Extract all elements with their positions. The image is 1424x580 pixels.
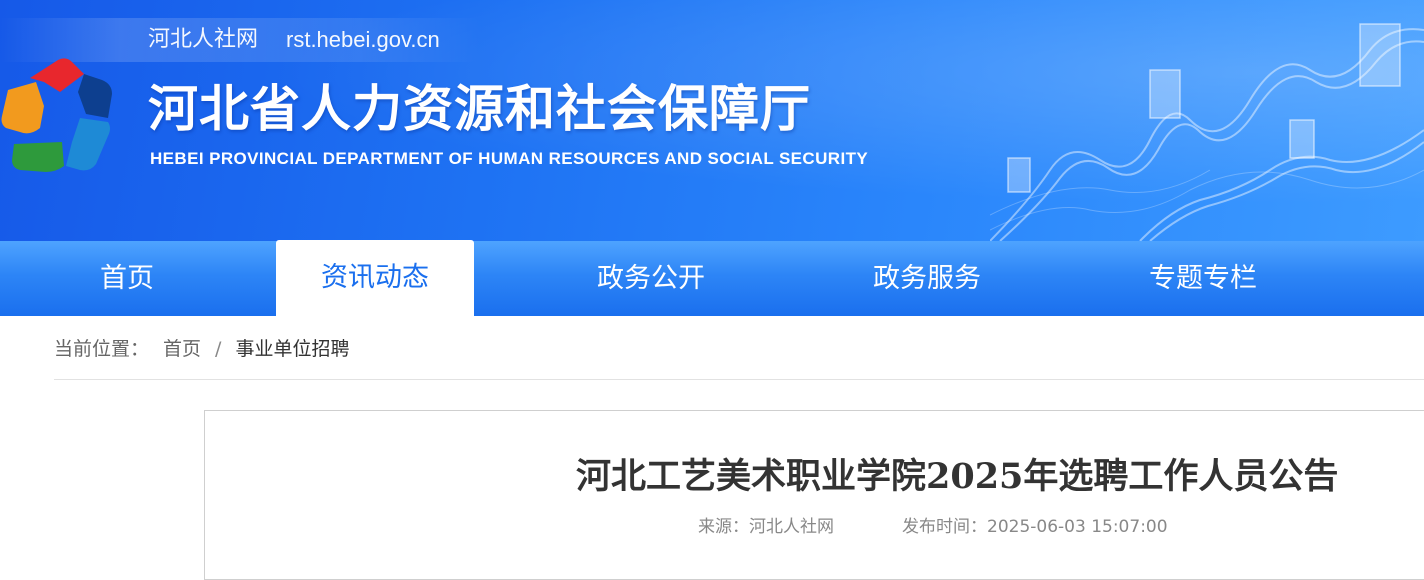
nav-item-gov-services[interactable]: 政务服务 <box>836 241 1018 316</box>
nav-item-news[interactable]: 资讯动态 <box>276 240 474 316</box>
header-banner: 河北人社网 rst.hebei.gov.cn 河北省人力资源和社会保障厅 HEB… <box>0 0 1424 241</box>
breadcrumb-home-link[interactable]: 首页 <box>163 336 201 362</box>
article-title: 河北工艺美术职业学院2025年选聘工作人员公告 <box>576 456 1339 497</box>
site-url[interactable]: rst.hebei.gov.cn <box>286 26 440 54</box>
breadcrumb: 当前位置： 首页 / 事业单位招聘 <box>54 336 349 362</box>
article-publish-time: 发布时间：2025-06-03 15:07:00 <box>902 517 1168 537</box>
org-subtitle: HEBEI PROVINCIAL DEPARTMENT OF HUMAN RES… <box>150 149 869 168</box>
article-source: 来源：河北人社网 <box>698 517 834 537</box>
breadcrumb-prefix: 当前位置： <box>54 338 150 360</box>
provincial-pentagon-logo-icon[interactable] <box>0 56 128 176</box>
breadcrumb-divider <box>54 379 1424 380</box>
nav-item-home[interactable]: 首页 <box>0 241 254 316</box>
nav-item-gov-affairs[interactable]: 政务公开 <box>560 241 742 316</box>
nav-item-special-topics[interactable]: 专题专栏 <box>1112 241 1294 316</box>
org-title[interactable]: 河北省人力资源和社会保障厅 <box>148 78 811 140</box>
site-name[interactable]: 河北人社网 <box>148 26 258 54</box>
breadcrumb-current-link[interactable]: 事业单位招聘 <box>235 336 349 362</box>
great-wall-illustration-icon <box>990 23 1424 241</box>
breadcrumb-separator: / <box>215 338 222 360</box>
main-nav: 首页 资讯动态 政务公开 政务服务 专题专栏 <box>0 240 1424 316</box>
